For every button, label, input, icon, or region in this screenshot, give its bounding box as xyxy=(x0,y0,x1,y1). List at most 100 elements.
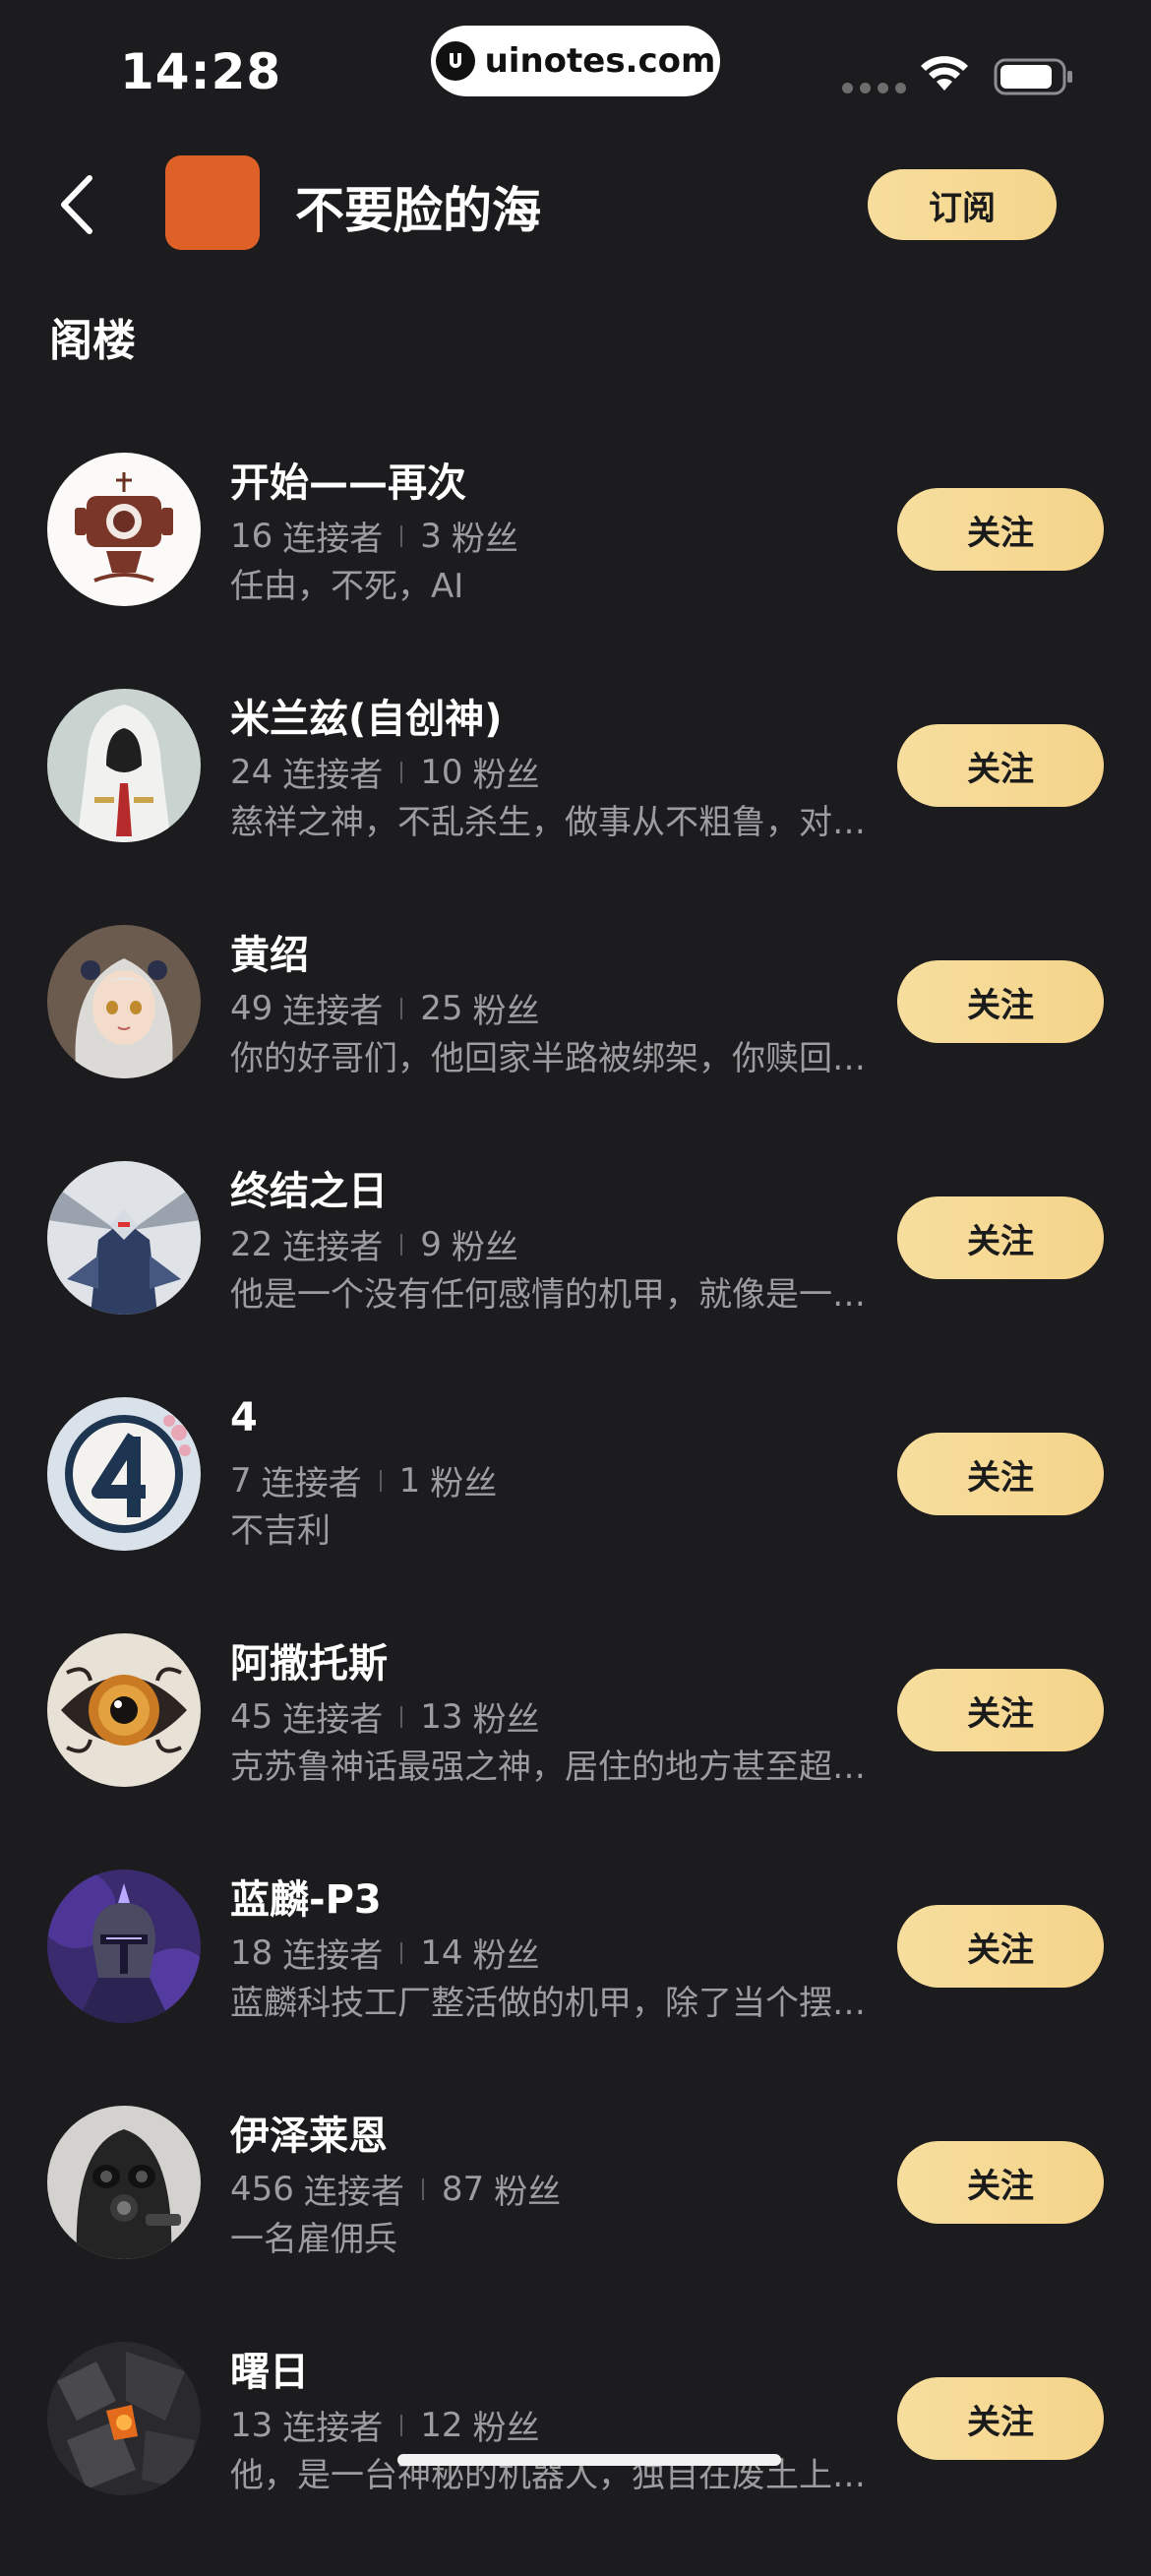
item-description: 你的好哥们，他回家半路被绑架，你赎回他之后 xyxy=(230,1039,870,1078)
anime-girl-icon xyxy=(47,925,201,1078)
follow-button[interactable]: 关注 xyxy=(897,1433,1104,1515)
item-description: 慈祥之神，不乱杀生，做事从不粗鲁，对人友善 xyxy=(230,803,870,842)
list-item[interactable]: 开始——再次 16 连接者 3 粉丝 任由，不死，AI 关注 xyxy=(0,451,1151,687)
item-description: 不吉利 xyxy=(230,1511,331,1551)
item-stats: 22 连接者 9 粉丝 xyxy=(230,1220,518,1268)
item-stats: 45 连接者 13 粉丝 xyxy=(230,1692,540,1741)
follow-button[interactable]: 关注 xyxy=(897,1196,1104,1279)
stat-divider xyxy=(379,1469,382,1492)
item-description: 一名雇佣兵 xyxy=(230,2220,397,2259)
subscribe-button[interactable]: 订阅 xyxy=(868,169,1057,240)
item-stats: 13 连接者 12 粉丝 xyxy=(230,2401,540,2449)
list-item[interactable]: 4 7 连接者 1 粉丝 不吉利 关注 xyxy=(0,1395,1151,1631)
connector-count: 456 xyxy=(230,2169,294,2209)
hooded-figure-icon xyxy=(47,689,201,842)
number-four-icon xyxy=(47,1397,201,1551)
channel-title: 不要脸的海 xyxy=(295,182,541,239)
fan-label: 粉丝 xyxy=(472,2409,540,2448)
section-title: 阁楼 xyxy=(49,316,136,366)
fan-label: 粉丝 xyxy=(430,1464,498,1503)
fan-count: 14 xyxy=(420,1932,463,1973)
fan-count: 13 xyxy=(420,1696,463,1737)
fan-count: 3 xyxy=(420,516,442,556)
character-list: 开始——再次 16 连接者 3 粉丝 任由，不死，AI 关注 米兰兹(自创神) … xyxy=(0,451,1151,2576)
list-item[interactable]: 蓝麟-P3 18 连接者 14 粉丝 蓝麟科技工厂整活做的机甲，除了当个摆设之外… xyxy=(0,1868,1151,2104)
connector-count: 49 xyxy=(230,988,273,1028)
item-name: 米兰兹(自创神) xyxy=(230,697,503,742)
connector-count: 22 xyxy=(230,1224,273,1264)
header: 不要脸的海 订阅 xyxy=(0,148,1151,262)
item-description: 克苏鲁神话最强之神，居住的地方甚至超越时空 xyxy=(230,1748,870,1787)
chevron-left-icon xyxy=(61,175,92,234)
item-name: 4 xyxy=(230,1395,258,1441)
item-stats: 456 连接者 87 粉丝 xyxy=(230,2165,561,2213)
fan-count: 1 xyxy=(398,1460,421,1501)
eye-icon xyxy=(47,1633,201,1787)
list-item[interactable]: 阿撒托斯 45 连接者 13 粉丝 克苏鲁神话最强之神，居住的地方甚至超越时空 … xyxy=(0,1631,1151,1868)
stat-divider xyxy=(400,997,403,1019)
item-name: 伊泽莱恩 xyxy=(230,2114,388,2159)
connector-count: 16 xyxy=(230,516,273,556)
follow-button[interactable]: 关注 xyxy=(897,1669,1104,1751)
item-description: 任由，不死，AI xyxy=(230,567,464,606)
follow-button[interactable]: 关注 xyxy=(897,2141,1104,2224)
stat-divider xyxy=(400,1941,403,1964)
robot-head-icon xyxy=(47,453,201,606)
connector-label: 连接者 xyxy=(303,2173,404,2212)
fan-count: 87 xyxy=(441,2169,485,2209)
cellular-signal-icon xyxy=(842,83,906,93)
item-name: 开始——再次 xyxy=(230,460,466,506)
item-name: 蓝麟-P3 xyxy=(230,1877,382,1923)
back-button[interactable] xyxy=(43,167,112,242)
connector-label: 连接者 xyxy=(282,520,384,559)
item-name: 阿撒托斯 xyxy=(230,1641,388,1687)
list-item[interactable]: 终结之日 22 连接者 9 粉丝 他是一个没有任何感情的机甲，就像是一台机器 关… xyxy=(0,1159,1151,1395)
item-name: 曙日 xyxy=(230,2350,309,2395)
fan-label: 粉丝 xyxy=(472,1936,540,1976)
follow-button[interactable]: 关注 xyxy=(897,488,1104,571)
mecha-icon xyxy=(47,1161,201,1315)
fan-count: 12 xyxy=(420,2405,463,2445)
status-bar: 14:28 uinotes.com xyxy=(0,0,1151,138)
connector-label: 连接者 xyxy=(261,1464,362,1503)
connector-label: 连接者 xyxy=(282,1700,384,1740)
item-description: 他是一个没有任何感情的机甲，就像是一台机器 xyxy=(230,1275,870,1315)
knight-helmet-icon xyxy=(47,1870,201,2023)
fan-label: 粉丝 xyxy=(451,520,518,559)
follow-button[interactable]: 关注 xyxy=(897,724,1104,807)
stat-divider xyxy=(421,2177,424,2200)
item-name: 黄绍 xyxy=(230,933,309,978)
list-item[interactable]: 伊泽莱恩 456 连接者 87 粉丝 一名雇佣兵 关注 xyxy=(0,2104,1151,2340)
follow-button[interactable]: 关注 xyxy=(897,2377,1104,2460)
fan-count: 25 xyxy=(420,988,463,1028)
watermark-logo-icon xyxy=(435,41,475,81)
channel-avatar xyxy=(165,155,260,250)
connector-count: 18 xyxy=(230,1932,273,1973)
list-item[interactable]: 黄绍 49 连接者 25 粉丝 你的好哥们，他回家半路被绑架，你赎回他之后 关注 xyxy=(0,923,1151,1159)
connector-label: 连接者 xyxy=(282,1228,384,1267)
stat-divider xyxy=(400,761,403,783)
follow-button[interactable]: 关注 xyxy=(897,960,1104,1043)
wifi-icon xyxy=(919,55,970,98)
follow-button[interactable]: 关注 xyxy=(897,1905,1104,1988)
connector-label: 连接者 xyxy=(282,1936,384,1976)
fan-count: 10 xyxy=(420,752,463,792)
connector-count: 7 xyxy=(230,1460,252,1501)
watermark-text: uinotes.com xyxy=(484,41,716,81)
list-item[interactable]: 米兰兹(自创神) 24 连接者 10 粉丝 慈祥之神，不乱杀生，做事从不粗鲁，对… xyxy=(0,687,1151,923)
fan-count: 9 xyxy=(420,1224,442,1264)
item-stats: 18 连接者 14 粉丝 xyxy=(230,1929,540,1977)
stat-divider xyxy=(400,2414,403,2436)
status-time: 14:28 xyxy=(120,43,282,100)
gas-mask-icon xyxy=(47,2106,201,2259)
connector-count: 13 xyxy=(230,2405,273,2445)
connector-count: 45 xyxy=(230,1696,273,1737)
connector-label: 连接者 xyxy=(282,756,384,795)
lava-rock-icon xyxy=(47,2342,201,2495)
item-stats: 16 连接者 3 粉丝 xyxy=(230,512,518,560)
connector-label: 连接者 xyxy=(282,2409,384,2448)
fan-label: 粉丝 xyxy=(472,1700,540,1740)
item-description: 蓝麟科技工厂整活做的机甲，除了当个摆设之外 xyxy=(230,1984,870,2023)
connector-count: 24 xyxy=(230,752,273,792)
home-indicator[interactable] xyxy=(397,2454,781,2466)
